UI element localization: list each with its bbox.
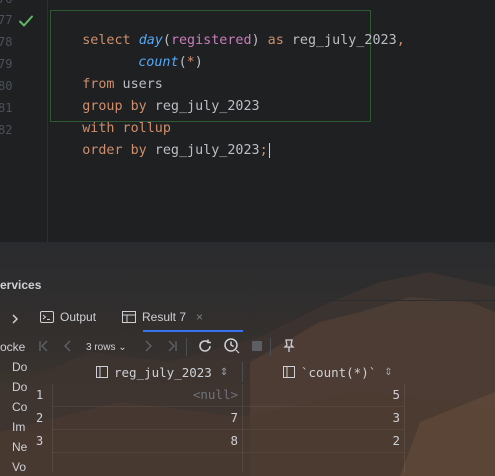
close-icon[interactable]: × xyxy=(196,310,203,324)
console-icon xyxy=(40,310,54,323)
clock-icon[interactable] xyxy=(223,337,241,355)
column-header-reg-july-2023[interactable]: reg_july_2023 ⇕ xyxy=(96,360,228,384)
cell-count[interactable]: 5 xyxy=(242,384,400,406)
services-panel: ervices ocke Do Do Co Im Ne Vo Output Re… xyxy=(0,242,495,476)
check-icon xyxy=(19,15,33,27)
code-line-5: with rollup xyxy=(50,99,171,136)
line-number: 80 xyxy=(0,79,13,93)
code-line-2: count(*) xyxy=(106,33,203,70)
tree-item[interactable]: Im xyxy=(12,420,25,434)
sort-icon[interactable]: ⇕ xyxy=(384,367,392,378)
paren: ( xyxy=(178,55,187,70)
tree-item[interactable]: ocke xyxy=(0,340,25,354)
cell-reg-july-2023[interactable]: 8 xyxy=(52,430,238,452)
sort-icon[interactable]: ⇕ xyxy=(220,367,228,378)
tab-output[interactable]: Output xyxy=(40,302,96,331)
code-line-4: group by reg_july_2023 xyxy=(50,77,259,114)
grid-line xyxy=(404,384,405,472)
line-number: 81 xyxy=(0,101,13,115)
tree-item[interactable]: Co xyxy=(12,400,27,414)
last-page-icon[interactable] xyxy=(164,338,180,354)
table-row[interactable]: 3 8 2 xyxy=(30,430,404,452)
toolbar-separator xyxy=(186,338,187,356)
grid-header: reg_july_2023 ⇕ `count(*)` ⇕ xyxy=(30,360,404,384)
services-tree[interactable]: ocke Do Do Co Im Ne Vo xyxy=(0,302,30,476)
code-line-3: from users xyxy=(50,55,163,92)
results-grid: reg_july_2023 ⇕ `count(*)` ⇕ 1 <null> 5 … xyxy=(30,360,495,476)
refresh-icon[interactable] xyxy=(197,338,213,354)
row-number: 2 xyxy=(36,411,44,425)
column-label: `count(*)` xyxy=(301,364,377,380)
active-tab-indicator xyxy=(143,330,243,332)
tab-label: Output xyxy=(60,309,97,324)
rows-count-dropdown[interactable]: 3 rows ⌄ xyxy=(86,342,127,353)
code-line-6: order by reg_july_2023; xyxy=(50,121,271,158)
tab-result-7[interactable]: Result 7 × xyxy=(122,302,203,331)
previous-page-icon[interactable] xyxy=(60,338,76,354)
paren: ) xyxy=(251,33,260,48)
cell-count[interactable]: 2 xyxy=(242,430,400,452)
services-title: ervices xyxy=(0,278,42,292)
punctuation: , xyxy=(396,33,405,48)
line-number: 77 xyxy=(0,13,13,27)
next-page-icon[interactable] xyxy=(140,338,156,354)
punctuation: ; xyxy=(259,143,268,158)
line-number: 82 xyxy=(0,123,13,137)
line-number: 78 xyxy=(0,35,13,49)
asterisk: * xyxy=(186,55,195,70)
tree-item[interactable]: Ne xyxy=(12,440,27,454)
gutter-divider xyxy=(47,0,48,242)
table-icon xyxy=(122,310,136,323)
table-row[interactable]: 1 <null> 5 xyxy=(30,384,404,406)
tree-item[interactable]: Vo xyxy=(12,460,26,474)
table-row[interactable]: 2 7 3 xyxy=(30,407,404,429)
column-icon xyxy=(96,366,108,378)
keyword: as xyxy=(259,33,292,48)
stop-icon[interactable] xyxy=(249,338,265,354)
tree-item[interactable]: Do xyxy=(12,380,27,394)
grid-line xyxy=(52,452,404,453)
paren: ) xyxy=(194,55,203,70)
cell-reg-july-2023[interactable]: 7 xyxy=(52,407,238,429)
tab-label: Result 7 xyxy=(142,309,187,324)
identifier: reg_july_2023 xyxy=(291,33,397,48)
first-page-icon[interactable] xyxy=(36,338,52,354)
chevron-right-icon[interactable] xyxy=(8,312,22,326)
column-label: reg_july_2023 xyxy=(114,364,212,380)
keyword: order by xyxy=(82,143,147,158)
pin-icon[interactable] xyxy=(281,338,297,354)
identifier: reg_july_2023 xyxy=(146,143,260,158)
text-cursor xyxy=(268,142,271,158)
column-header-count[interactable]: `count(*)` ⇕ xyxy=(283,360,393,384)
column-icon xyxy=(283,366,295,378)
results-tabs: Output Result 7 × xyxy=(30,302,495,332)
tree-item[interactable]: Do xyxy=(12,360,27,374)
row-number: 3 xyxy=(36,434,44,448)
row-number: 1 xyxy=(36,388,44,402)
line-number: 79 xyxy=(0,57,13,71)
code-line-1: select day(registered) as reg_july_2023, xyxy=(50,11,405,48)
line-number: 76 xyxy=(0,0,12,6)
divider xyxy=(0,300,495,301)
column-divider xyxy=(242,362,243,382)
cell-count[interactable]: 3 xyxy=(242,407,400,429)
toolbar-separator xyxy=(270,338,271,356)
cell-reg-july-2023[interactable]: <null> xyxy=(52,384,238,406)
sql-editor[interactable]: 76 77 78 79 80 81 82 select day(register… xyxy=(0,0,495,242)
